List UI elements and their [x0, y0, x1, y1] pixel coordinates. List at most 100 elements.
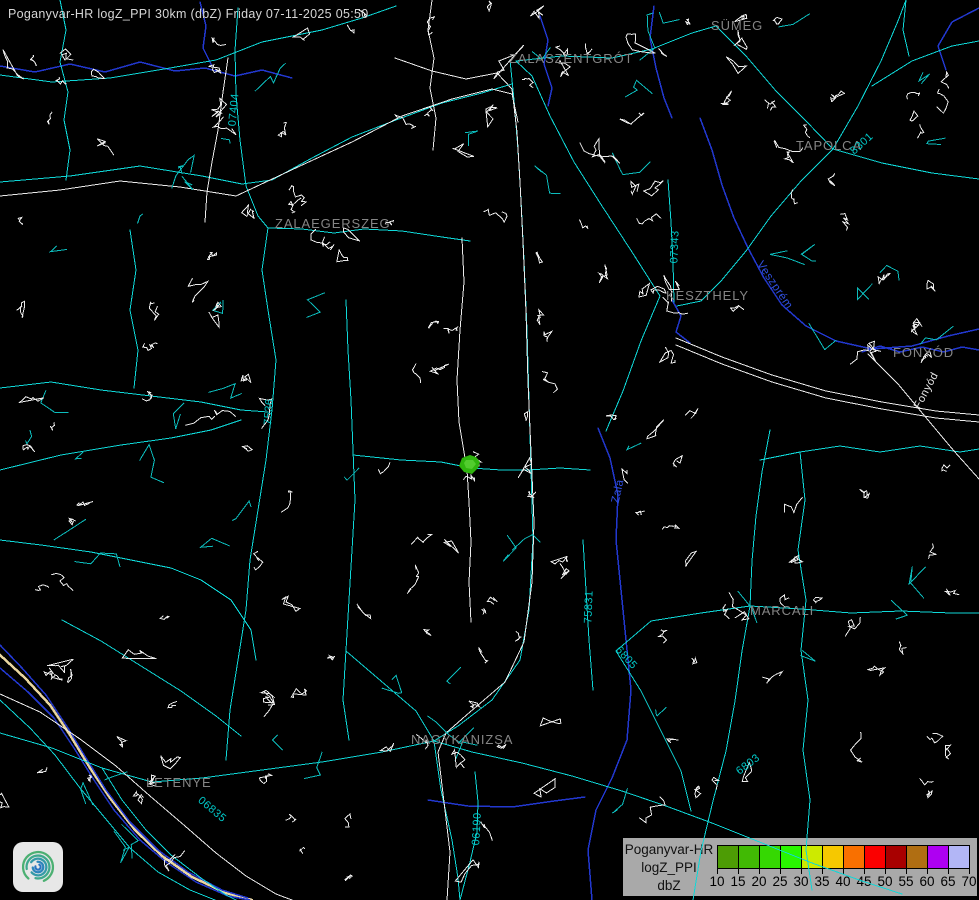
village-outline	[929, 543, 937, 558]
roads-white-line	[205, 58, 228, 222]
village-outline	[660, 347, 675, 363]
village-outline	[813, 598, 822, 603]
village-outline	[878, 273, 890, 283]
village-outline	[347, 25, 354, 33]
village-outline	[378, 462, 390, 474]
radar-title: Poganyvar-HR logZ_PPI 30km (dbZ) Friday …	[8, 7, 368, 21]
village-outline	[424, 630, 431, 636]
roads-cyan-line	[346, 651, 434, 741]
village-outline	[637, 214, 662, 224]
village-outline	[23, 445, 35, 452]
village-outline	[927, 733, 943, 743]
village-outline	[920, 778, 934, 785]
minor-road-line	[779, 14, 810, 27]
village-outline	[142, 392, 152, 401]
village-outline	[345, 814, 351, 827]
rivers-blue-line	[428, 797, 585, 807]
village-outline	[413, 363, 421, 383]
roads-cyan-line	[798, 452, 812, 890]
roads-cyan-line	[226, 228, 276, 760]
village-outline	[161, 756, 181, 769]
road-number-label: 75831	[582, 590, 595, 623]
village-outline	[907, 92, 920, 99]
roads-cyan-line	[62, 620, 241, 736]
village-outline	[214, 410, 235, 417]
road-number-label: 07343	[668, 230, 681, 263]
village-outline	[540, 718, 561, 726]
village-outline	[463, 475, 474, 481]
village-outline	[281, 491, 292, 513]
roads-cyan-line	[833, 0, 906, 149]
village-outline	[51, 674, 62, 680]
minor-road-line	[138, 214, 143, 224]
city-label: MARCALI	[750, 603, 814, 618]
map-canvas: SÜMEGZALASZENTGRÓTTAPOLCAZALAEGERSZEGKES…	[0, 0, 979, 900]
water-name-label: Zala	[610, 478, 627, 504]
village-outline	[785, 152, 794, 163]
village-outline	[444, 327, 458, 333]
rivers-blue-line	[0, 62, 292, 78]
village-outline	[68, 669, 73, 683]
village-outline	[659, 48, 667, 56]
omsz-logo	[13, 842, 63, 892]
village-outline	[831, 91, 845, 102]
roads-cyan	[0, 0, 979, 900]
village-outline	[18, 217, 22, 224]
minor-road-line	[909, 567, 926, 599]
minor-road-line	[273, 735, 283, 750]
roads-cyan-line	[0, 733, 434, 782]
roads-white-line	[457, 238, 471, 622]
minor-road-line	[74, 553, 120, 567]
rivers-blue-line	[650, 6, 672, 118]
village-outline	[357, 604, 371, 619]
water-name-label: Veszprém	[754, 259, 795, 311]
village-outline	[791, 190, 798, 204]
village-outline	[278, 123, 286, 137]
village-outline	[542, 372, 558, 394]
minor-road-line	[770, 251, 805, 265]
village-outline	[722, 91, 732, 105]
village-outline	[536, 252, 542, 262]
village-outline	[291, 689, 306, 698]
village-outline	[117, 737, 126, 747]
city-label: SÜMEG	[711, 18, 763, 33]
village-outline	[845, 617, 860, 636]
rivers-blue-line	[938, 8, 979, 70]
village-outline	[444, 540, 458, 554]
village-outline	[828, 173, 835, 185]
village-outline	[762, 672, 782, 684]
village-outline	[522, 78, 533, 87]
village-outline	[544, 331, 552, 341]
roads-cyan-line	[60, 0, 70, 180]
minor-road-line	[41, 390, 69, 412]
road-number-label: 06835	[195, 794, 228, 824]
minor-road-line	[919, 73, 930, 84]
village-outline	[789, 556, 803, 563]
roads-cyan-line	[0, 540, 256, 660]
roads-cyan-line	[606, 296, 660, 431]
minor-road-line	[201, 538, 230, 547]
village-outline	[482, 609, 486, 615]
city-label: KESZTHELY	[666, 288, 749, 303]
minor-road-line	[447, 667, 461, 684]
village-outline	[260, 774, 272, 784]
radar-echo	[459, 455, 480, 474]
road-number-label: 6803	[734, 752, 762, 778]
village-outline	[254, 551, 263, 570]
village-outline	[469, 701, 480, 708]
minor-road-line	[627, 443, 641, 450]
village-outline	[944, 589, 959, 596]
village-outline	[88, 775, 92, 781]
village-outline	[686, 18, 691, 25]
village-outline	[453, 144, 474, 157]
minor-road-line	[105, 772, 128, 780]
minor-road-line	[809, 323, 837, 350]
minor-road-line	[208, 384, 241, 398]
minor-road-line	[221, 138, 230, 143]
village-outline	[484, 209, 508, 222]
village-outline	[3, 50, 24, 80]
village-outline	[910, 111, 918, 121]
road-number-label: 7536	[262, 398, 276, 425]
village-outline	[695, 786, 701, 798]
minor-road-line	[114, 831, 129, 863]
